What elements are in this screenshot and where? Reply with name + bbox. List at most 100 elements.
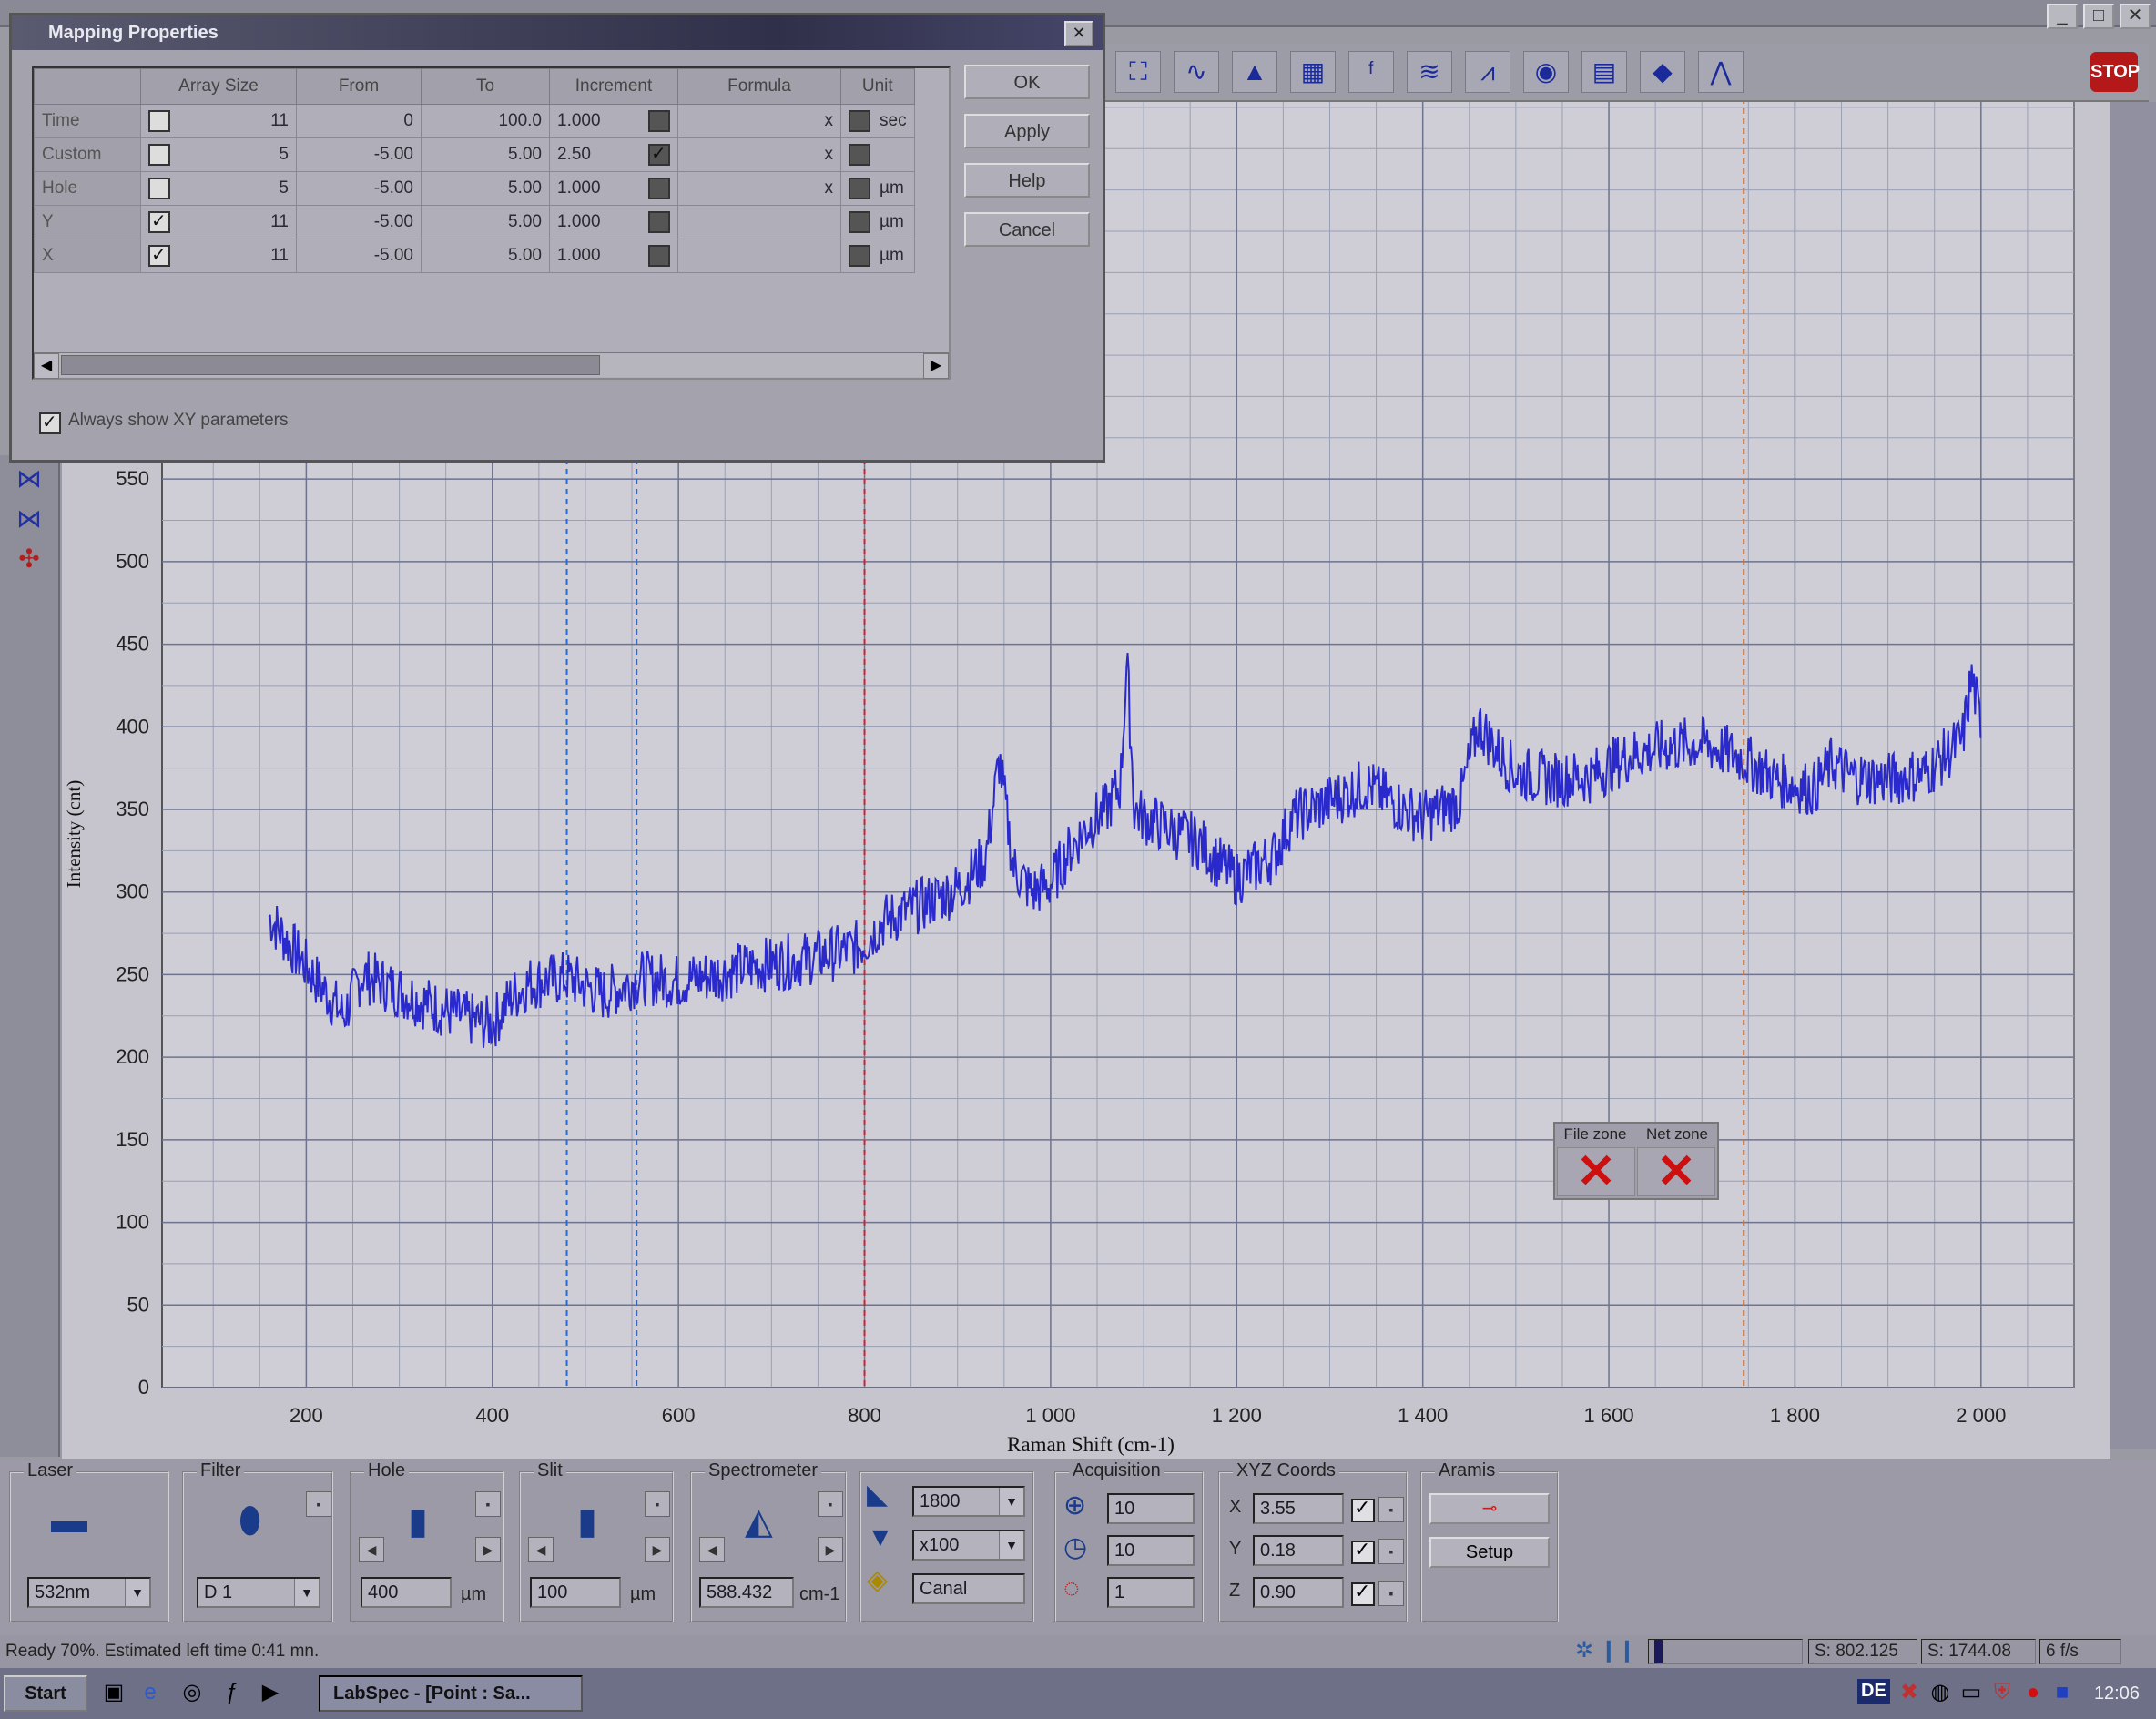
row-enable-checkbox[interactable] <box>148 110 170 132</box>
increment-checkbox[interactable] <box>648 110 670 132</box>
tray-icon-6[interactable]: ■ <box>2049 1679 2076 1706</box>
region-tool-icon[interactable]: ⋈ <box>11 503 47 535</box>
chevron-down-icon[interactable]: ▼ <box>999 1488 1023 1515</box>
increment-checkbox[interactable] <box>648 178 670 199</box>
array-size-cell[interactable]: 11 <box>140 205 297 239</box>
aramis-device-button[interactable]: ⊸ <box>1429 1493 1550 1524</box>
start-button[interactable]: Start <box>4 1675 87 1712</box>
from-cell[interactable]: -5.00 <box>296 137 422 172</box>
column-header[interactable]: Array Size <box>140 68 297 105</box>
unit-cell[interactable]: sec <box>840 104 915 138</box>
array-size-cell[interactable]: 11 <box>140 239 297 273</box>
to-cell[interactable]: 5.00 <box>421 137 550 172</box>
unit-checkbox[interactable] <box>849 178 870 199</box>
formula-cell[interactable]: x <box>677 104 841 138</box>
network-tray-icon[interactable]: ✖ <box>1896 1679 1923 1706</box>
hole-options-button[interactable]: ▪ <box>475 1491 501 1517</box>
unit-cell[interactable] <box>840 137 915 172</box>
map-icon[interactable]: ▦ <box>1290 51 1336 93</box>
chevron-down-icon[interactable]: ▼ <box>999 1531 1023 1559</box>
filter-select[interactable]: D 1 ▼ <box>197 1577 320 1608</box>
unit-checkbox[interactable] <box>849 144 870 166</box>
minimize-button[interactable]: _ <box>2047 4 2078 29</box>
fit-icon[interactable]: ᶠ <box>1348 51 1394 93</box>
column-header[interactable] <box>34 68 141 105</box>
overlay-icon[interactable]: ⋀ <box>1698 51 1744 93</box>
scroll-left-icon[interactable]: ◀ <box>34 353 59 379</box>
to-cell[interactable]: 5.00 <box>421 171 550 206</box>
browser-icon[interactable]: e <box>137 1679 164 1706</box>
formula-cell[interactable] <box>677 239 841 273</box>
unit-checkbox[interactable] <box>849 211 870 233</box>
apply-button[interactable]: Apply <box>964 114 1090 148</box>
accumulation-input[interactable]: 10 <box>1107 1493 1195 1524</box>
from-cell[interactable]: -5.00 <box>296 171 422 206</box>
unit-cell[interactable]: µm <box>840 205 915 239</box>
help-button[interactable]: Help <box>964 163 1090 198</box>
increment-cell[interactable]: 1.000 <box>549 171 678 206</box>
explorer-icon[interactable]: ◎ <box>178 1679 206 1706</box>
increment-checkbox[interactable] <box>648 211 670 233</box>
formula-cell[interactable]: x <box>677 171 841 206</box>
z-options-button[interactable]: ▪ <box>1378 1581 1404 1606</box>
tray-icon-3[interactable]: ▭ <box>1958 1679 1985 1706</box>
cycles-input[interactable]: 1 <box>1107 1577 1195 1608</box>
increment-cell[interactable]: 1.000 <box>549 205 678 239</box>
scroll-right-icon[interactable]: ▶ <box>923 353 949 379</box>
horizontal-scrollbar[interactable]: ◀ ▶ <box>34 352 949 379</box>
hole-decrease-button[interactable]: ◀ <box>359 1537 384 1562</box>
unit-checkbox[interactable] <box>849 110 870 132</box>
spectrometer-options-button[interactable]: ▪ <box>818 1491 843 1517</box>
column-header[interactable]: To <box>421 68 550 105</box>
mapping-row[interactable]: Time 11 0 100.0 1.000 x sec <box>34 104 915 138</box>
y-coord-input[interactable]: 0.18 <box>1253 1535 1344 1566</box>
spectrometer-input[interactable]: 588.432 <box>699 1577 794 1608</box>
media-player-icon[interactable]: ▶ <box>257 1679 284 1706</box>
to-cell[interactable]: 5.00 <box>421 205 550 239</box>
slit-input[interactable]: 100 <box>530 1577 621 1608</box>
hole-increase-button[interactable]: ▶ <box>475 1537 501 1562</box>
row-enable-checkbox[interactable] <box>148 243 170 267</box>
filter-options-button[interactable]: ▪ <box>306 1491 331 1517</box>
z-lock-checkbox[interactable] <box>1351 1580 1375 1606</box>
slit-increase-button[interactable]: ▶ <box>645 1537 670 1562</box>
cursor-tool-icon[interactable]: ⋈ <box>11 463 47 495</box>
array-size-cell[interactable]: 5 <box>140 171 297 206</box>
array-size-cell[interactable]: 5 <box>140 137 297 172</box>
y-lock-checkbox[interactable] <box>1351 1538 1375 1564</box>
objective-select[interactable]: x100 ▼ <box>912 1530 1025 1561</box>
exposure-time-input[interactable]: 10 <box>1107 1535 1195 1566</box>
file-zone-x-icon[interactable]: ✕ <box>1557 1147 1635 1196</box>
mapping-row[interactable]: Hole 5 -5.00 5.00 1.000 x µm <box>34 171 915 206</box>
to-cell[interactable]: 100.0 <box>421 104 550 138</box>
column-header[interactable]: Unit <box>840 68 915 105</box>
from-cell[interactable]: -5.00 <box>296 239 422 273</box>
slit-options-button[interactable]: ▪ <box>645 1491 670 1517</box>
column-header[interactable]: Formula <box>677 68 841 105</box>
row-enable-checkbox[interactable] <box>148 144 170 166</box>
alert-tray-icon[interactable]: ● <box>2019 1679 2047 1706</box>
grating-select[interactable]: 1800 ▼ <box>912 1486 1025 1517</box>
hole-input[interactable]: 400 <box>361 1577 452 1608</box>
stop-button[interactable]: STOP <box>2090 52 2140 92</box>
row-enable-checkbox[interactable] <box>148 178 170 199</box>
profile-icon[interactable]: ▤ <box>1581 51 1627 93</box>
chevron-down-icon[interactable]: ▼ <box>294 1579 319 1606</box>
increment-cell[interactable]: 2.50 <box>549 137 678 172</box>
x-lock-checkbox[interactable] <box>1351 1496 1375 1522</box>
from-cell[interactable]: 0 <box>296 104 422 138</box>
y-options-button[interactable]: ▪ <box>1378 1539 1404 1564</box>
filter-icon[interactable]: ≋ <box>1407 51 1452 93</box>
from-cell[interactable]: -5.00 <box>296 205 422 239</box>
row-enable-checkbox[interactable] <box>148 209 170 233</box>
marker-tool-icon[interactable]: ✣ <box>11 543 47 575</box>
spectrometer-increase-button[interactable]: ▶ <box>818 1537 843 1562</box>
column-header[interactable]: From <box>296 68 422 105</box>
scroll-thumb[interactable] <box>61 355 600 375</box>
taskbar-app-labspec[interactable]: LabSpec - [Point : Sa... <box>319 1675 583 1712</box>
detector-mode-field[interactable]: Canal <box>912 1573 1025 1604</box>
zoom-fit-icon[interactable]: ⛶ <box>1115 51 1161 93</box>
peak-icon[interactable]: ▲ <box>1232 51 1277 93</box>
maximize-button[interactable]: □ <box>2083 4 2114 29</box>
net-zone-x-icon[interactable]: ✕ <box>1637 1147 1715 1196</box>
